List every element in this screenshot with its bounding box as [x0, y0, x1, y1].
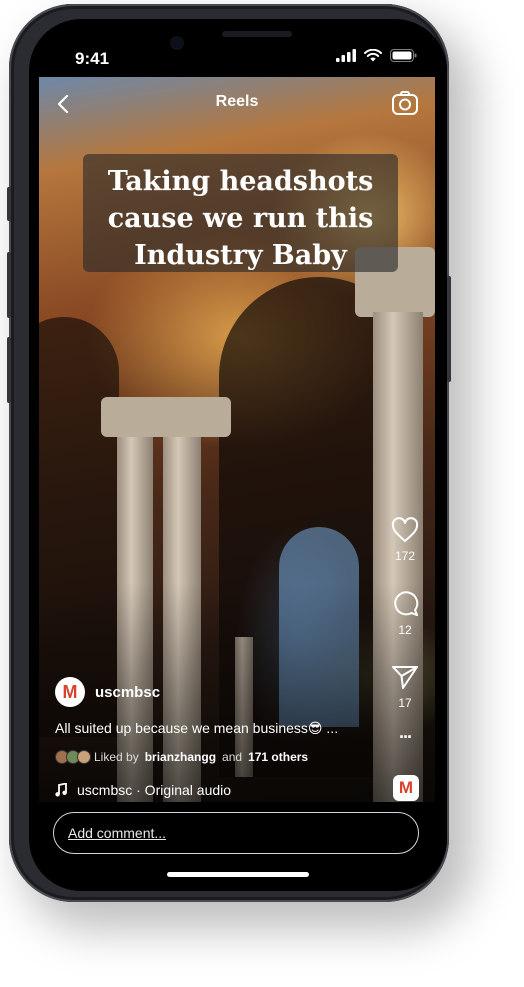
- liker-avatar: [77, 750, 91, 764]
- avatar[interactable]: M: [55, 677, 85, 707]
- comment-count: 12: [398, 623, 412, 637]
- liked-others[interactable]: 171 others: [248, 750, 308, 764]
- username[interactable]: uscmbsc: [95, 684, 160, 701]
- audio-track[interactable]: uscmbsc · Original audio: [55, 782, 231, 798]
- page-title: Reels: [215, 93, 259, 110]
- heart-icon: [391, 517, 419, 542]
- liked-prefix: Liked by: [94, 750, 139, 764]
- caption-line: Taking headshots: [107, 166, 374, 197]
- music-note-icon: [55, 783, 67, 797]
- share-count: 17: [398, 696, 412, 710]
- comment-placeholder[interactable]: Add comment...: [68, 825, 166, 841]
- column-capital: [101, 397, 231, 437]
- speaker-grille: [222, 31, 292, 37]
- like-button[interactable]: 172: [389, 517, 421, 563]
- comment-icon: [394, 591, 419, 616]
- screen: 9:41 Reels Taking headshots cause we run…: [29, 19, 447, 891]
- power-button: [447, 276, 451, 382]
- status-icons: [336, 49, 417, 62]
- camera-icon[interactable]: [391, 89, 419, 117]
- wifi-icon: [364, 49, 382, 62]
- post-description[interactable]: All suited up because we mean business😎 …: [55, 720, 338, 737]
- front-camera: [172, 38, 182, 48]
- liked-by[interactable]: Liked by brianzhangg and 171 others: [55, 750, 308, 764]
- video-caption: Taking headshots cause we run this Indus…: [83, 163, 398, 274]
- audio-label: uscmbsc · Original audio: [77, 782, 232, 798]
- more-options-button[interactable]: ···: [389, 727, 421, 748]
- volume-up-button: [7, 252, 11, 318]
- battery-icon: [390, 49, 417, 62]
- caption-line: Industry Baby: [134, 240, 347, 271]
- liker-avatars: [55, 750, 91, 764]
- status-time: 9:41: [75, 49, 110, 68]
- audio-thumbnail[interactable]: M: [393, 775, 419, 801]
- phone-frame: 9:41 Reels Taking headshots cause we run…: [7, 4, 451, 902]
- send-icon: [392, 666, 418, 689]
- volume-down-button: [7, 337, 11, 403]
- comment-button[interactable]: 12: [389, 589, 421, 637]
- liked-user[interactable]: brianzhangg: [145, 750, 216, 764]
- comment-field[interactable]: Add comment...: [53, 812, 419, 854]
- like-count: 172: [394, 549, 416, 563]
- liked-suffix: and: [222, 750, 243, 764]
- mute-switch: [7, 187, 11, 221]
- post-author[interactable]: M uscmbsc: [55, 677, 160, 707]
- share-button[interactable]: 17: [389, 664, 421, 710]
- caption-line: cause we run this: [107, 203, 374, 234]
- reel-video[interactable]: Reels Taking headshots cause we run this…: [39, 77, 435, 802]
- home-indicator[interactable]: [167, 872, 309, 877]
- signal-icon: [336, 49, 356, 62]
